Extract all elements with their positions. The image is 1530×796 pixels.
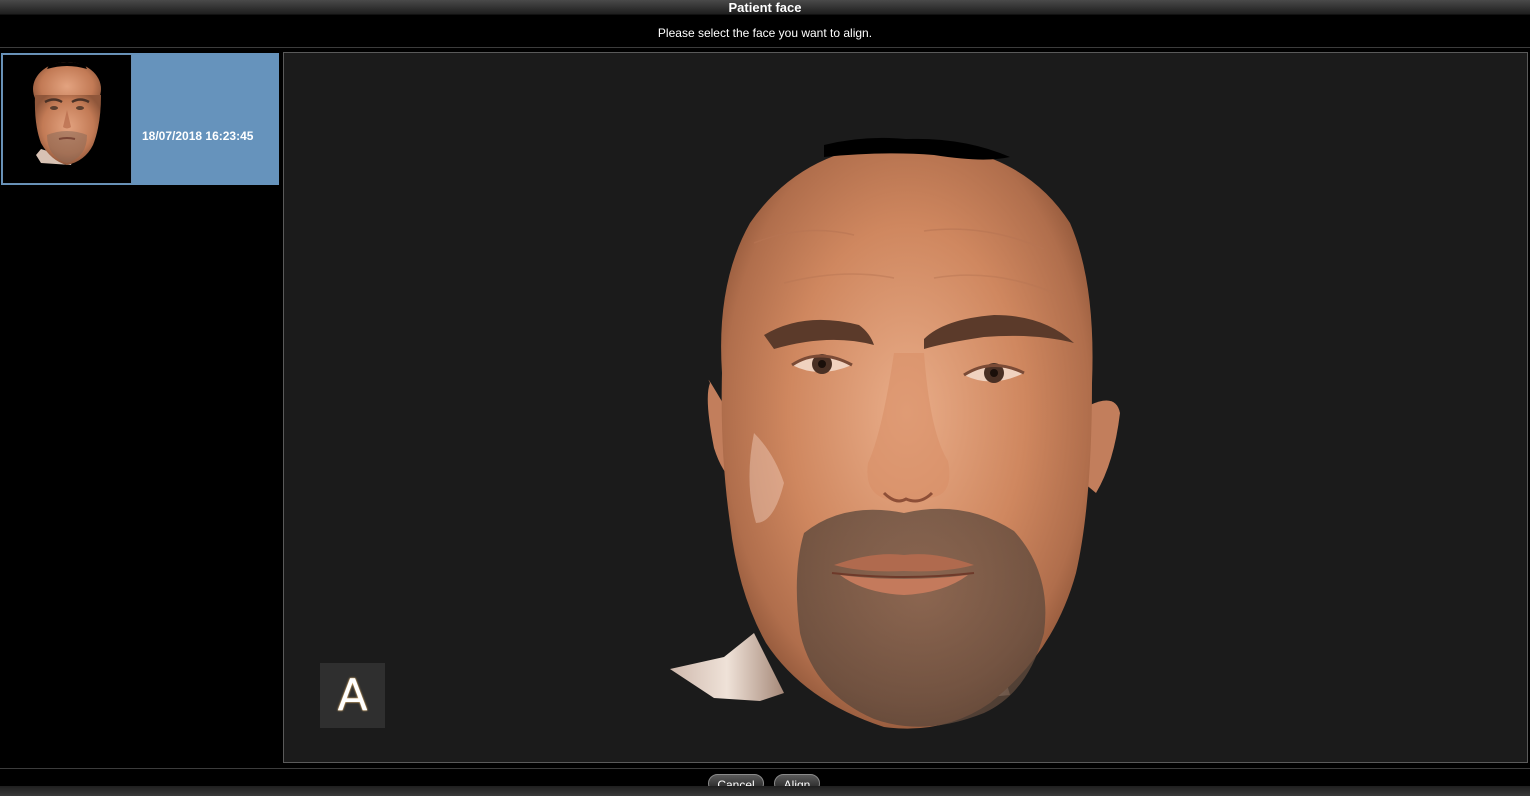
divider: [0, 47, 1530, 48]
face-date-label: 18/07/2018 16:23:45: [142, 129, 254, 143]
face-list: 18/07/2018 16:23:45: [0, 52, 281, 768]
bottom-bar: [0, 786, 1530, 796]
view-label: A: [320, 663, 385, 728]
face-3d-viewer[interactable]: A: [283, 52, 1528, 763]
face-thumbnail: [2, 54, 132, 184]
divider: [0, 768, 1530, 769]
instruction-text: Please select the face you want to align…: [657, 26, 873, 40]
face-list-item[interactable]: 18/07/2018 16:23:45: [1, 53, 279, 185]
face-3d-model: [670, 137, 1120, 729]
face-thumbnail-image: [33, 62, 101, 165]
dialog-title: Patient face: [0, 0, 1530, 15]
patient-face-dialog: Patient face Please select the face you …: [0, 0, 1530, 796]
